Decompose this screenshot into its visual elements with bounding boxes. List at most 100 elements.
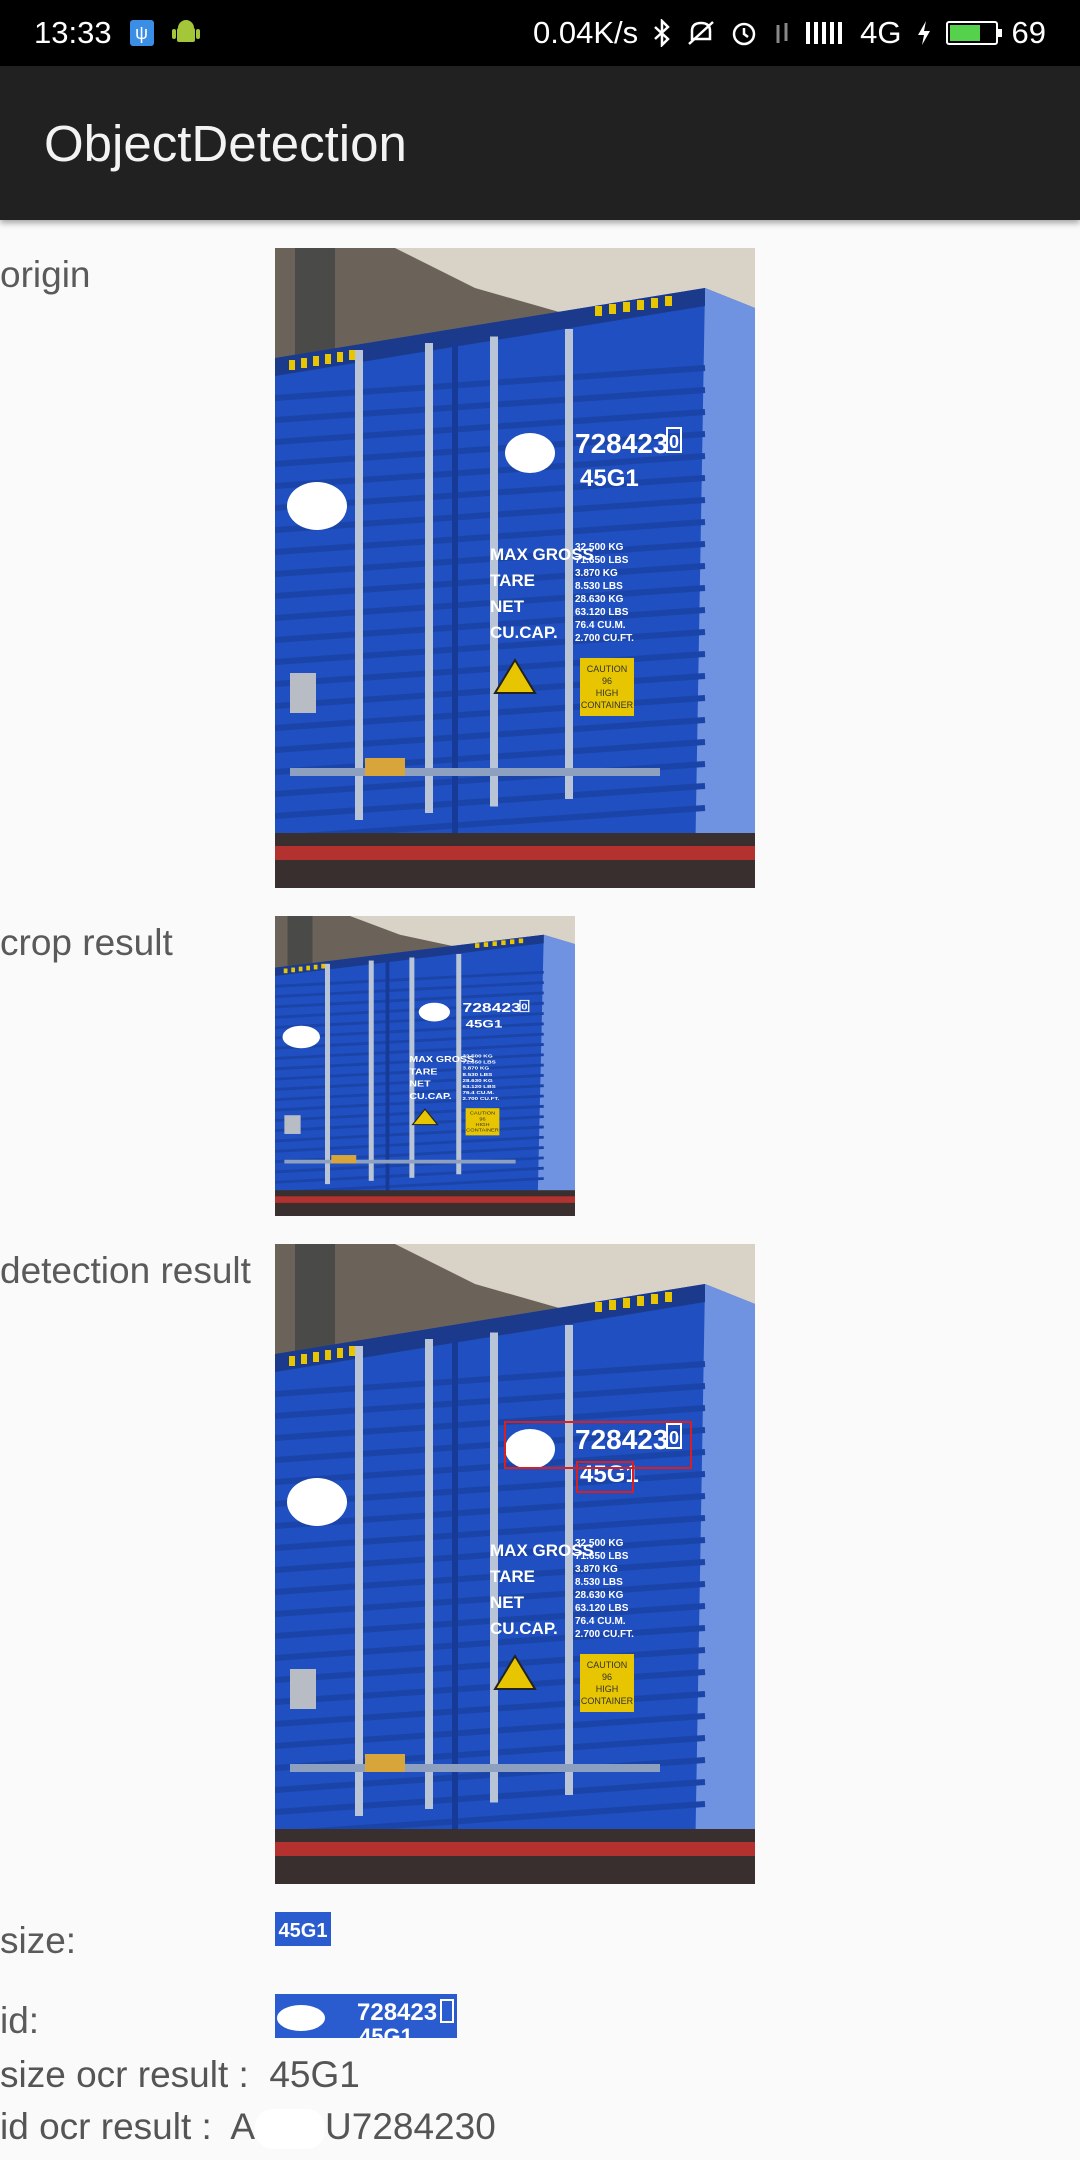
id-ocr-label: id ocr result : bbox=[0, 2106, 212, 2147]
redaction-blob bbox=[418, 1002, 450, 1022]
spec-value: 8.530 LBS bbox=[575, 581, 623, 592]
hazard-stripe bbox=[651, 298, 658, 308]
caution-text: 96 bbox=[602, 1672, 612, 1682]
spec-value: 28.630 KG bbox=[575, 594, 624, 605]
hazard-stripe bbox=[492, 941, 497, 946]
spec-value: 3.870 KG bbox=[463, 1066, 490, 1071]
caution-text: HIGH bbox=[596, 1684, 619, 1694]
door-handle-bar bbox=[290, 768, 660, 776]
status-time: 13:33 bbox=[34, 15, 112, 50]
caution-text: 96 bbox=[479, 1117, 486, 1122]
network-type: 4G bbox=[860, 15, 902, 50]
hazard-stripe bbox=[609, 304, 616, 314]
spec-value: 3.870 KG bbox=[575, 1564, 618, 1575]
spec-value: 8.530 LBS bbox=[463, 1072, 493, 1077]
hazard-stripe bbox=[665, 1292, 672, 1302]
hazard-stripe bbox=[595, 1302, 602, 1312]
trailer bbox=[275, 833, 755, 888]
id-label: id: bbox=[0, 2000, 40, 2041]
container-photo-crop: 728423 045G1MAX GROSSTARENETCU.CAP.32.500… bbox=[275, 916, 575, 1216]
battery-level: 69 bbox=[1011, 15, 1046, 50]
spec-value: 63.120 LBS bbox=[575, 607, 629, 618]
spec-value: 28.630 KG bbox=[575, 1590, 624, 1601]
hazard-stripe bbox=[510, 939, 515, 945]
spec-value: 28.630 KG bbox=[463, 1079, 493, 1084]
id-ocr-prefix: A bbox=[230, 2106, 256, 2147]
spec-value: 32.500 KG bbox=[463, 1054, 493, 1059]
spec-value: 3.870 KG bbox=[575, 568, 618, 579]
alarm-icon bbox=[730, 19, 758, 47]
locking-rod bbox=[565, 329, 573, 799]
redaction-blob bbox=[287, 1478, 347, 1526]
size-label: size: bbox=[0, 1920, 77, 1961]
size-crop-image: 45G1 bbox=[275, 1912, 331, 1946]
hazard-stripe bbox=[349, 350, 355, 360]
size-ocr-result: size ocr result : 45G1 bbox=[0, 2054, 360, 2096]
spec-value: 76.4 CU.M. bbox=[575, 1616, 626, 1627]
battery-icon bbox=[945, 21, 1002, 45]
hazard-stripe bbox=[301, 1354, 307, 1364]
container-photo: 728423 045G1MAX GROSSTARENETCU.CAP.32.500… bbox=[275, 248, 755, 888]
detection-result-image: 728423 0 45G1 MAX GROSS TARE NET CU.CAP. 32.500… bbox=[275, 1244, 755, 1884]
locking-rod bbox=[425, 343, 433, 813]
locking-rod bbox=[456, 953, 462, 1175]
locking-rod bbox=[368, 960, 374, 1181]
caution-text: CAUTION bbox=[587, 1660, 628, 1670]
spec-value: 32.500 KG bbox=[575, 542, 624, 553]
crop-result-image: 728423 0 45G1 MAX GROSS TARE NET CU.CAP. 32.500… bbox=[275, 916, 575, 1216]
hazard-stripe bbox=[518, 938, 524, 944]
size-ocr-value: 45G1 bbox=[269, 2054, 360, 2095]
hazard-stripe bbox=[283, 968, 288, 974]
spec-label: CU.CAP. bbox=[490, 623, 558, 642]
hazard-stripe bbox=[609, 1300, 616, 1310]
id-crop-image: 728423 45G1 bbox=[275, 1994, 457, 2038]
spec-label: TARE bbox=[490, 571, 535, 590]
locking-rod bbox=[355, 1346, 363, 1816]
hazard-stripe bbox=[298, 966, 303, 972]
check-digit: 0 bbox=[521, 1003, 528, 1012]
hazard-stripe bbox=[637, 300, 644, 310]
net-speed: 0.04K/s bbox=[533, 15, 639, 50]
spec-value: 32.500 KG bbox=[575, 1538, 624, 1549]
spec-label: NET bbox=[490, 597, 525, 616]
hazard-stripe bbox=[501, 940, 506, 946]
locking-rod bbox=[425, 1339, 433, 1809]
trailer-stripe bbox=[275, 1196, 575, 1203]
trailer-stripe bbox=[275, 846, 755, 860]
size-ocr-label: size ocr result : bbox=[0, 2054, 249, 2095]
locking-rod bbox=[355, 350, 363, 820]
size-crop-text: 45G1 bbox=[279, 1920, 328, 1942]
spec-value: 2.700 CU.FT. bbox=[575, 1629, 634, 1640]
locking-rod bbox=[325, 963, 330, 1185]
spec-value: 2.700 CU.FT. bbox=[575, 633, 634, 644]
container-number: 728423 bbox=[575, 428, 668, 459]
detection-result-label: detection result bbox=[0, 1250, 251, 1291]
id-crop-type: 45G1 bbox=[359, 2024, 413, 2038]
hazard-stripe bbox=[313, 964, 318, 970]
status-bar: 13:33 ψ 0.04K/s 4G 69 bbox=[0, 0, 1080, 66]
door-plate bbox=[290, 673, 316, 713]
caution-text: CONTAINER bbox=[581, 700, 634, 710]
caution-text: CAUTION bbox=[587, 664, 628, 674]
caution-text: CONTAINER bbox=[466, 1128, 499, 1133]
check-digit: 0 bbox=[669, 1428, 679, 1448]
id-ocr-result: id ocr result : A U7284230 bbox=[0, 2106, 496, 2150]
app-bar: ObjectDetection bbox=[0, 66, 1080, 220]
hazard-stripe bbox=[595, 306, 602, 316]
spec-value: 71.650 LBS bbox=[463, 1060, 497, 1065]
trailer bbox=[275, 1190, 575, 1216]
spec-label: TARE bbox=[409, 1067, 437, 1076]
hazard-stripe bbox=[289, 1356, 295, 1366]
hazard-stripe bbox=[665, 296, 672, 306]
id-ocr-redaction bbox=[255, 2109, 326, 2150]
caution-text: 96 bbox=[602, 676, 612, 686]
door-label bbox=[331, 1155, 357, 1164]
door-plate bbox=[284, 1115, 301, 1134]
hazard-stripe bbox=[325, 1350, 331, 1360]
hazard-stripe bbox=[637, 1296, 644, 1306]
redaction-blob bbox=[505, 433, 555, 473]
caution-text: HIGH bbox=[596, 688, 619, 698]
spec-value: 76.4 CU.M. bbox=[463, 1091, 495, 1096]
spec-label: TARE bbox=[490, 1567, 535, 1586]
caution-text: HIGH bbox=[475, 1123, 490, 1128]
